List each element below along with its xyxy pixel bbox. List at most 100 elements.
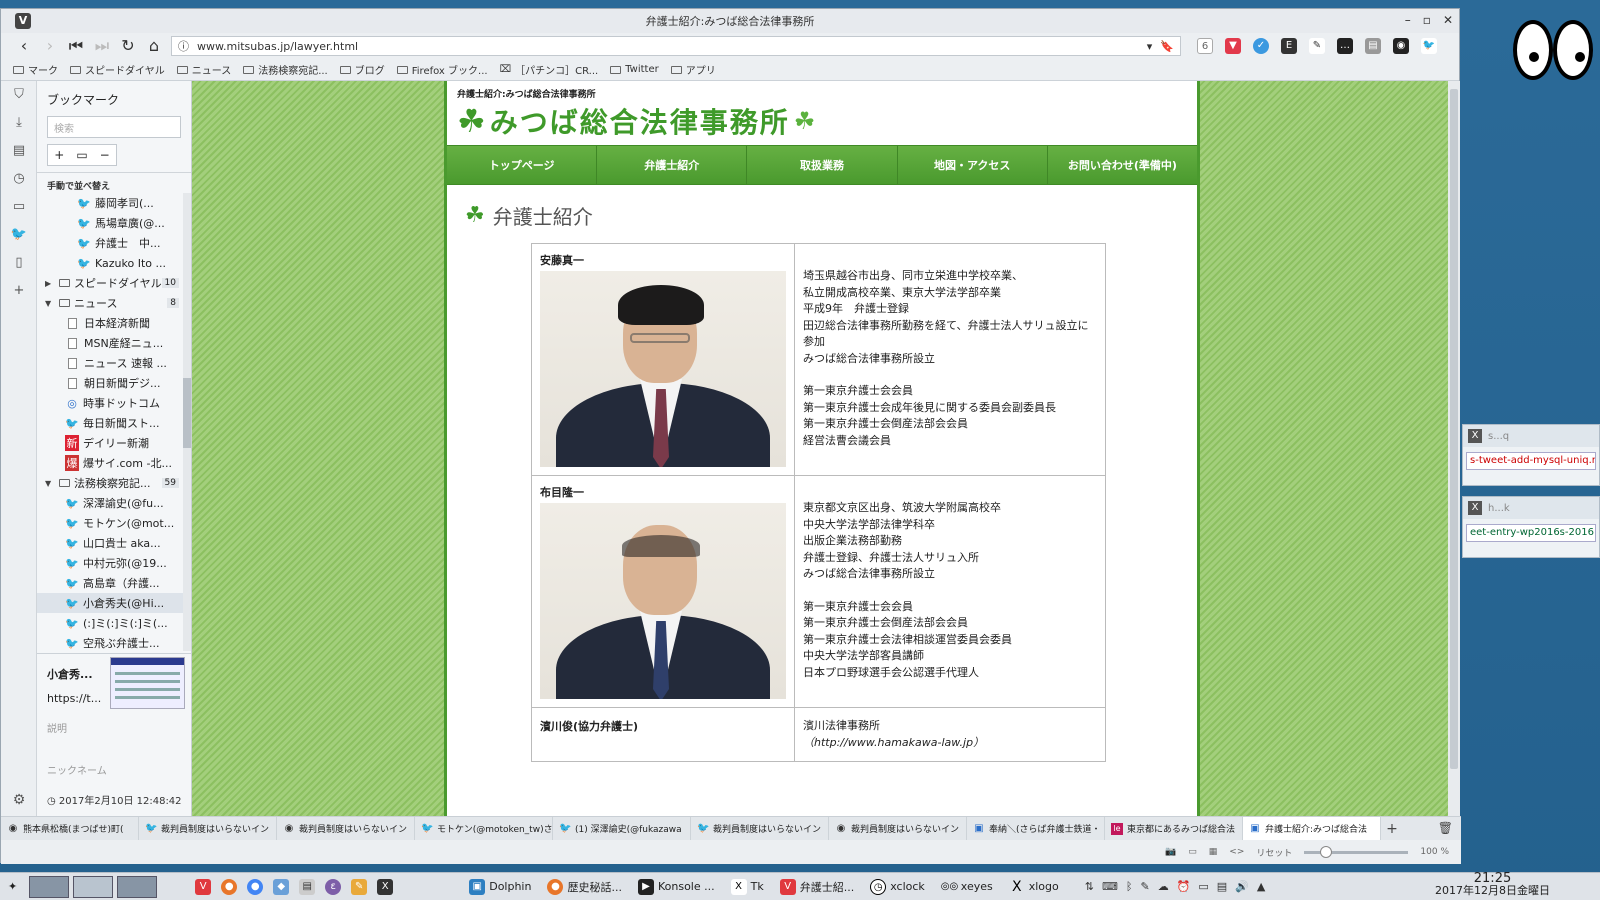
bookmark-tree-item[interactable]: ▶ スピードダイヤル 10	[37, 273, 183, 293]
bookmark-tree-item[interactable]: 日本経済新聞	[37, 313, 183, 333]
bookmark-item[interactable]: 法務検察宛記...	[243, 62, 328, 77]
add-bookmark-button[interactable]: +	[48, 145, 71, 165]
task-xlogo[interactable]: Xxlogo	[1001, 879, 1067, 895]
pager-desktop-1[interactable]	[29, 875, 70, 898]
expanded-arrow-icon[interactable]: ▼	[45, 479, 55, 488]
side-window-entry[interactable]: eet-entry-wp2016s-201610	[1466, 524, 1596, 542]
browser-tab[interactable]: le 東京都にあるみつば総合法	[1105, 816, 1243, 841]
bookmark-tree-item[interactable]: 🐦 毎日新聞スト...	[37, 413, 183, 433]
bookmark-tree-item[interactable]: ▼ 法務検察宛記... 59	[37, 473, 183, 493]
bookmark-tree-item[interactable]: 🐦 藤岡孝司(...	[37, 193, 183, 213]
camera-icon[interactable]: 📷	[1165, 847, 1176, 857]
task-xeyes[interactable]: ◎◎ xeyes	[933, 879, 1001, 895]
bookmark-tree-item[interactable]: 🐦 弁護士 中...	[37, 233, 183, 253]
maximize-button[interactable]: ▫	[1423, 13, 1431, 27]
evernote-icon[interactable]: E	[1281, 38, 1297, 54]
taskbar-clock[interactable]: 21:25 2017年12月8日金曜日	[1435, 872, 1550, 897]
document-extension-icon[interactable]: ▤	[1365, 38, 1381, 54]
history-icon[interactable]: ◷	[1, 165, 37, 193]
side-window-entry[interactable]: s-tweet-add-mysql-uniq.rb	[1466, 452, 1596, 470]
url-text[interactable]: www.mitsubas.jp/lawyer.html	[197, 40, 1139, 53]
add-folder-button[interactable]: ▭	[71, 145, 94, 165]
tiling-icon[interactable]: ▭	[1188, 847, 1197, 857]
bookmark-tree-item[interactable]: 🐦 馬場章廣(@...	[37, 213, 183, 233]
image-icon[interactable]: ▦	[1209, 847, 1218, 857]
window-panel-icon[interactable]: ▭	[1, 193, 37, 221]
notes-icon[interactable]: ▤	[1, 137, 37, 165]
office-url[interactable]: （http://www.hamakawa-law.jp）	[803, 735, 1097, 752]
add-panel-icon[interactable]: +	[1, 277, 37, 305]
bookmark-tree-item[interactable]: MSN産経ニュ...	[37, 333, 183, 353]
bookmark-item[interactable]: ⌧ ［パチンコ］CR...	[500, 62, 599, 77]
bookmark-item[interactable]: アプリ	[670, 62, 716, 77]
browser-tab[interactable]: ◉ 熊本県松橋(まつばせ)町(	[1, 816, 139, 841]
description-label[interactable]: 説明	[47, 720, 67, 735]
bookmark-tree-item[interactable]: 🐦 中村元弥(@19...	[37, 553, 183, 573]
bookmark-tree-item[interactable]: 🐦 深澤諭史(@fu...	[37, 493, 183, 513]
nav-top[interactable]: トップページ	[447, 146, 598, 184]
nav-services[interactable]: 取扱業務	[747, 146, 898, 184]
launcher-icon[interactable]: ✦	[0, 880, 25, 893]
app-launcher-icon[interactable]: ◆	[273, 878, 290, 895]
trash-icon[interactable]: 🗑	[1438, 821, 1453, 835]
settings-gear-icon[interactable]: ⚙	[1, 792, 37, 808]
nav-lawyers[interactable]: 弁護士紹介	[597, 146, 748, 184]
task-vivaldi[interactable]: V 弁護士紹...	[772, 878, 863, 895]
browser-tab[interactable]: 🐦 モトケン(@motoken_tw)さ	[415, 816, 553, 841]
task-konsole[interactable]: ▶ Konsole ...	[630, 878, 723, 895]
firefox-launcher-icon[interactable]: ●	[221, 878, 238, 895]
chrome-launcher-icon[interactable]: ●	[247, 878, 264, 895]
site-logo[interactable]: ☘ みつば総合法律事務所 ☘	[457, 101, 815, 141]
pocket-icon[interactable]: ▼	[1225, 38, 1241, 54]
zoom-slider[interactable]	[1304, 845, 1409, 858]
files-launcher-icon[interactable]: ▤	[299, 878, 316, 895]
bookmark-tree-item[interactable]: 🐦 小倉秀夫(@Hi...	[37, 593, 183, 613]
zoom-reset[interactable]: リセット	[1256, 846, 1292, 859]
pager-desktop-3[interactable]	[117, 875, 158, 898]
side-window-2[interactable]: Xh...k eet-entry-wp2016s-201610	[1462, 496, 1600, 558]
bookmark-item[interactable]: ブログ	[339, 62, 385, 77]
counter-extension-icon[interactable]: 6	[1197, 38, 1213, 54]
bookmark-tree-item[interactable]: ▼ ニュース 8	[37, 293, 183, 313]
browser-tab[interactable]: 🐦 裁判員制度はいらないイン	[139, 816, 277, 841]
alarm-icon[interactable]: ⏰	[1177, 880, 1191, 893]
preview-title[interactable]: 小倉秀...	[47, 666, 93, 682]
vivaldi-launcher-icon[interactable]: V	[195, 878, 212, 895]
bookmark-tree-item[interactable]: ニュース 速報 ...	[37, 353, 183, 373]
x-launcher-icon[interactable]: X	[377, 878, 394, 895]
home-button[interactable]: ⌂	[145, 37, 163, 55]
bookmark-item[interactable]: スピードダイヤル	[70, 62, 165, 77]
volume-icon[interactable]: 🔊	[1235, 880, 1249, 893]
bookmark-tree-item[interactable]: 爆爆サイ.com -北...	[37, 453, 183, 473]
bookmark-tree-item[interactable]: ◎ 時事ドットコム	[37, 393, 183, 413]
owl-extension-icon[interactable]: ◉	[1393, 38, 1409, 54]
browser-tab[interactable]: ◉ 裁判員制度はいらないイン	[277, 816, 415, 841]
rewind-button[interactable]: ⏮	[67, 37, 85, 55]
browser-tab[interactable]: ▣ 弁護士紹介:みつば総合法	[1243, 816, 1381, 841]
bookmark-item[interactable]: Twitter	[610, 64, 659, 75]
bookmark-search-input[interactable]: 検索	[47, 116, 181, 138]
bookmark-tree-item[interactable]: 🐦 (:]ミ(:]ミ(:]ミ(...	[37, 613, 183, 633]
tree-scrollbar[interactable]	[183, 193, 191, 651]
task-tk[interactable]: X Tk	[723, 878, 772, 895]
bookmark-item[interactable]: マーク	[13, 62, 58, 77]
dropdown-icon[interactable]: ▾	[1147, 40, 1153, 53]
new-tab-button[interactable]: +	[1381, 821, 1403, 837]
cloud-icon[interactable]: ☁	[1158, 880, 1169, 893]
bookmarks-panel-icon[interactable]: ⛉	[1, 81, 37, 109]
keyboard-icon[interactable]: ⌨	[1102, 880, 1118, 893]
bookmark-tree-item[interactable]: 🐦 Kazuko Ito ...	[37, 253, 183, 273]
bookmark-tree-item[interactable]: 新デイリー新潮	[37, 433, 183, 453]
minimize-button[interactable]: –	[1405, 13, 1411, 27]
browser-tab[interactable]: 🐦 裁判員制度はいらないイン	[691, 816, 829, 841]
pager-desktop-2[interactable]	[73, 875, 114, 898]
sort-label[interactable]: 手動で並べ替え	[37, 172, 191, 192]
more-extension-icon[interactable]: …	[1337, 38, 1353, 54]
network-icon[interactable]: ⇅	[1085, 880, 1094, 893]
browser-tab[interactable]: 🐦 (1) 深澤諭史(@fukazawa	[553, 816, 691, 841]
emacs-launcher-icon[interactable]: ε	[325, 878, 342, 895]
back-button[interactable]: ‹	[15, 37, 33, 55]
reload-button[interactable]: ↻	[119, 37, 137, 55]
nav-contact[interactable]: お問い合わせ(準備中)	[1048, 146, 1197, 184]
forward-button[interactable]: ›	[41, 37, 59, 55]
